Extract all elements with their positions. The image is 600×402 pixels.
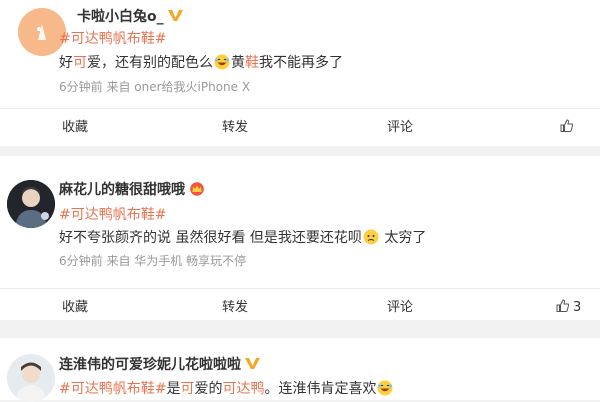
sad-emoji-icon	[363, 229, 379, 245]
post-meta: 6分钟前 来自 oner给我火iPhone X	[59, 80, 251, 94]
post-text: 好可爱，还有别的配色么 黄鞋我不能再多了	[59, 54, 343, 71]
post-meta: 6分钟前 来自 华为手机 畅享玩不停	[59, 254, 247, 268]
like-button[interactable]: 3	[556, 289, 581, 327]
topic-tag[interactable]: #可达鸭帆布鞋#	[59, 204, 166, 224]
like-button[interactable]	[560, 109, 577, 147]
repost-button[interactable]: 转发	[160, 109, 310, 147]
thumbs-up-icon	[560, 119, 573, 132]
post-text: 好不夸张颜齐的说 虽然很好看 但是我还要还花呗 太穷了	[59, 229, 427, 246]
crown-icon	[190, 182, 204, 196]
vip-icon	[245, 358, 260, 369]
grin-emoji-icon	[377, 380, 393, 396]
topic-tag[interactable]: #可达鸭帆布鞋#	[59, 381, 166, 397]
action-bar: 收藏 转发 评论 3	[0, 288, 600, 327]
user-name[interactable]: 卡啦小白兔o_	[77, 6, 183, 26]
user-name[interactable]: 连淮伟的可爱珍妮儿花啦啦啦	[59, 354, 260, 374]
topic-tag[interactable]: #可达鸭帆布鞋#	[59, 28, 166, 48]
post-card: 卡啦小白兔o_ #可达鸭帆布鞋# 好可爱，还有别的配色么 黄鞋我不能再多了 6分钟…	[0, 0, 600, 146]
avatar[interactable]	[7, 354, 55, 402]
repost-button[interactable]: 转发	[160, 289, 310, 327]
avatar[interactable]	[7, 180, 55, 228]
comment-button[interactable]: 评论	[325, 109, 475, 147]
action-bar: 收藏 转发 评论	[0, 108, 600, 147]
post-card: 麻花儿的糖很甜哦哦 #可达鸭帆布鞋# 好不夸张颜齐的说 虽然很好看 但是我还要还…	[0, 156, 600, 320]
post-card: 连淮伟的可爱珍妮儿花啦啦啦 #可达鸭帆布鞋#是可爱的可达鸭。连淮伟肯定喜欢	[0, 338, 600, 402]
post-text: #可达鸭帆布鞋#是可爱的可达鸭。连淮伟肯定喜欢	[59, 378, 394, 398]
user-name[interactable]: 麻花儿的糖很甜哦哦	[59, 179, 205, 199]
thumbs-up-icon	[556, 299, 569, 312]
comment-button[interactable]: 评论	[325, 289, 475, 327]
vip-icon	[167, 10, 183, 21]
collect-button[interactable]: 收藏	[0, 109, 150, 147]
collect-button[interactable]: 收藏	[0, 289, 150, 327]
grin-emoji-icon	[214, 54, 230, 70]
